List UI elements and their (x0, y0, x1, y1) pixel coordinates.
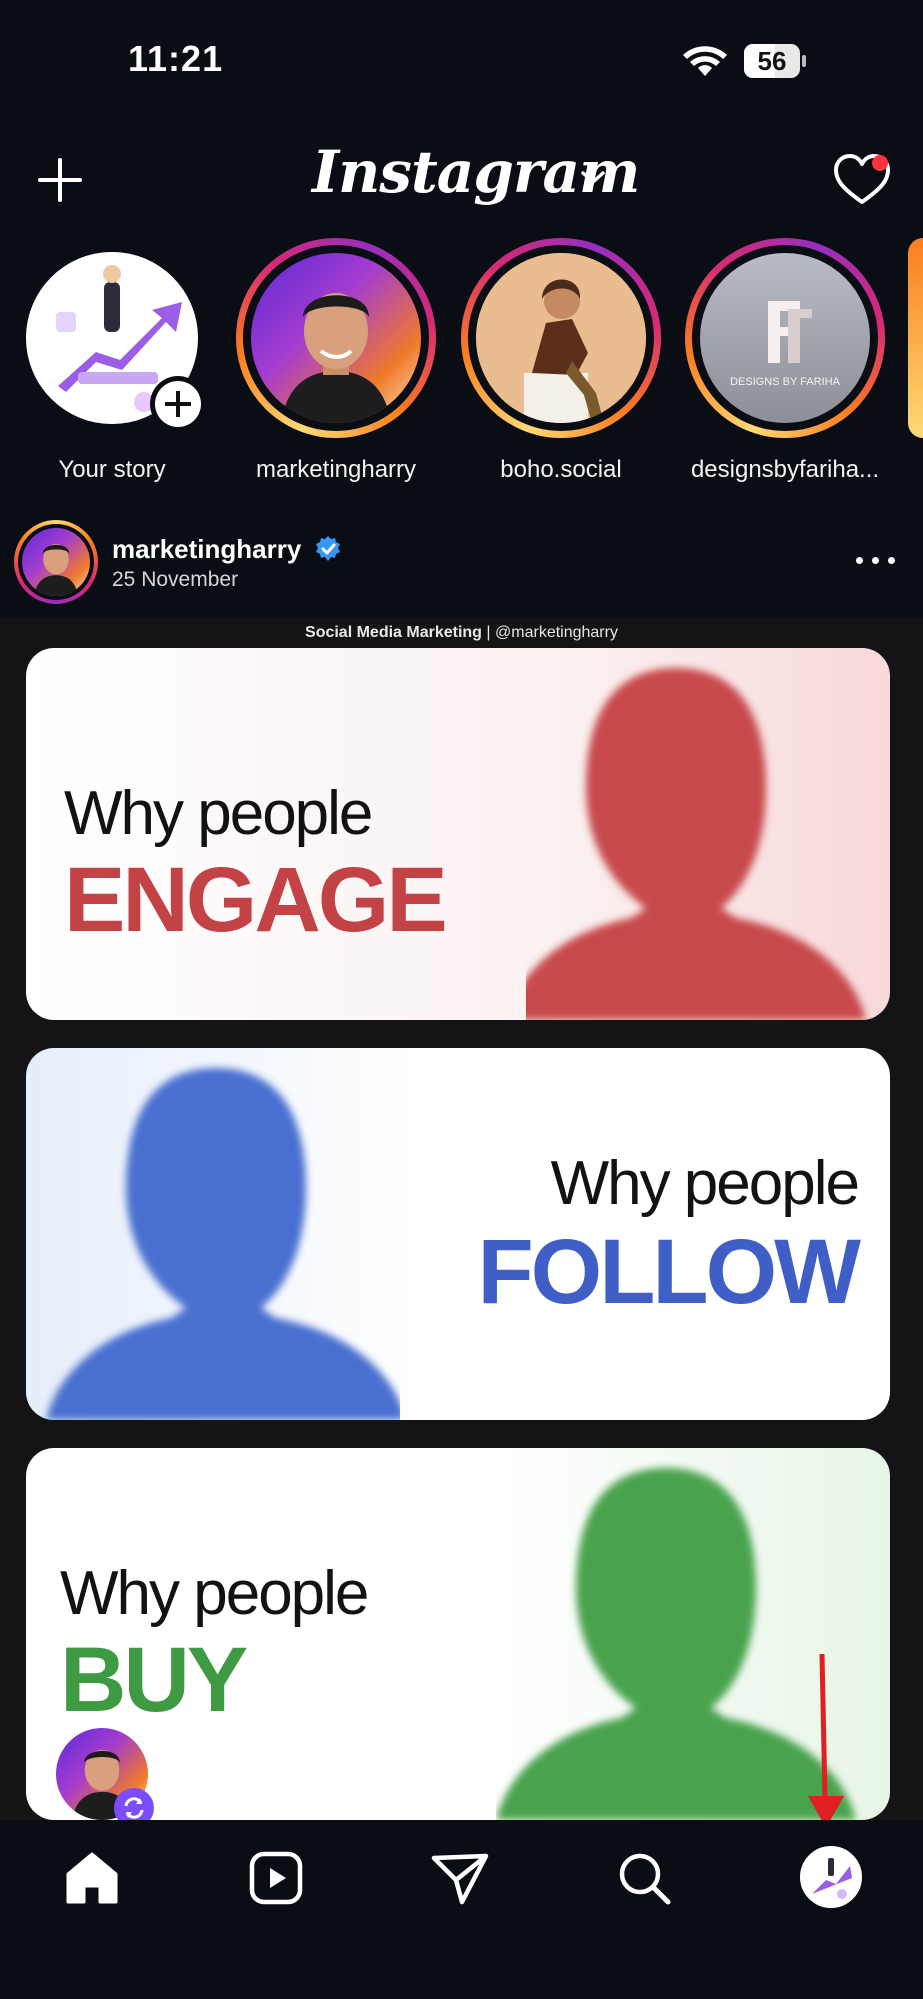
story-your-story[interactable]: Your story (12, 238, 212, 484)
engage-card: Why people ENGAGE (26, 648, 890, 1020)
notification-dot (872, 155, 888, 171)
card-keyword: ENGAGE (64, 849, 448, 951)
avatar (281, 293, 391, 423)
reels-icon[interactable] (244, 1846, 308, 1910)
wifi-icon (683, 46, 727, 76)
story-name: designsbyfariha... (690, 456, 880, 483)
card-heading: Why people (60, 1559, 369, 1628)
blue-silhouette (46, 1068, 400, 1420)
buy-card: Why people BUY (26, 1448, 890, 1820)
post-username[interactable]: marketingharry (112, 534, 301, 565)
chevron-down-icon[interactable] (580, 170, 606, 186)
post-author-avatar[interactable] (14, 520, 98, 604)
post-image[interactable]: Social Media Marketing | @marketingharry… (0, 618, 923, 1820)
story-marketingharry[interactable]: marketingharry (236, 238, 436, 484)
story-designsbyfariha[interactable]: DESIGNS BY FARIHA designsbyfariha... (685, 238, 885, 484)
story-name: marketingharry (255, 456, 417, 483)
story-name: Your story (58, 456, 166, 483)
card-keyword: FOLLOW (477, 1221, 861, 1323)
svg-text:DESIGNS BY FARIHA: DESIGNS BY FARIHA (730, 376, 840, 388)
repost-icon (114, 1788, 154, 1820)
story-name: boho.social (500, 456, 622, 483)
battery-percent: 56 (757, 46, 787, 76)
messages-icon[interactable] (428, 1846, 492, 1910)
card-heading: Why people (550, 1149, 860, 1218)
create-post-button[interactable] (36, 156, 84, 204)
image-top-caption: Social Media Marketing | @marketingharry (305, 624, 618, 641)
battery-indicator: 56 (744, 44, 806, 78)
red-silhouette (526, 668, 866, 1020)
follow-card: Why people FOLLOW (26, 1048, 890, 1420)
home-icon[interactable] (60, 1846, 124, 1910)
post-date: 25 November (112, 568, 239, 591)
bottom-nav (0, 1820, 923, 1999)
search-icon[interactable] (612, 1846, 676, 1910)
more-options-icon[interactable] (856, 554, 896, 568)
story-boho-social[interactable]: boho.social (461, 238, 661, 484)
profile-avatar[interactable] (800, 1846, 862, 1908)
card-heading: Why people (64, 779, 373, 848)
status-time: 11:21 (128, 38, 224, 79)
designsbyfariha-logo: DESIGNS BY FARIHA (730, 301, 841, 388)
annotation-arrow (808, 1653, 844, 1828)
story-next-partial[interactable] (908, 238, 923, 438)
add-story-button[interactable] (150, 376, 206, 432)
verified-badge-icon (316, 536, 340, 561)
card-keyword: BUY (60, 1629, 248, 1731)
avatar (476, 253, 646, 423)
